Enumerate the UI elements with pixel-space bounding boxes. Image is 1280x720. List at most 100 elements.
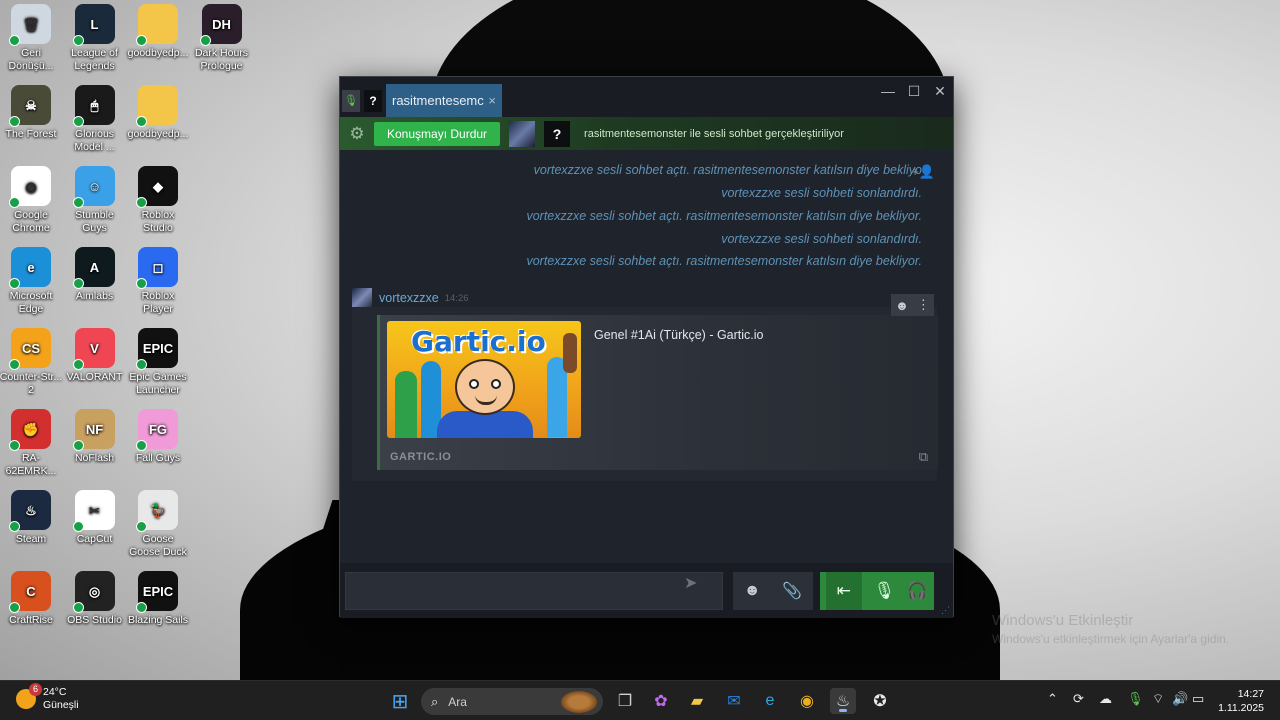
message-hover-tools: ☻ ⋮	[891, 294, 934, 316]
desktop-icon[interactable]: 🖱 Glorious Model ...	[63, 81, 127, 154]
link-embed[interactable]: Gartic.io Genel #1Ai (Türkçe) - Gartic.i…	[377, 315, 938, 470]
sync-status-icon	[136, 35, 147, 46]
sync-status-icon	[9, 116, 20, 127]
cloud-icon[interactable]: ☁	[1099, 691, 1112, 707]
desktop-icon[interactable]: ♨ Steam	[0, 486, 63, 546]
clock[interactable]: 14:27 1.11.2025	[1218, 687, 1264, 715]
chat-tab[interactable]: rasitmentesemc ×	[386, 84, 502, 117]
desktop-icon[interactable]: ☠ The Forest	[0, 81, 63, 141]
system-message: vortexzzxe sesli sohbeti sonlandırdı.	[721, 186, 922, 200]
character-eye	[491, 379, 501, 389]
copilot-icon[interactable]: ✿	[648, 688, 674, 714]
desktop-icon[interactable]: EPIC Blazing Sails	[126, 567, 190, 627]
message-input[interactable]	[345, 572, 723, 610]
desktop-icon-image: ◎	[72, 571, 115, 613]
desktop-icon[interactable]: 🗑 Geri Dönüşü...	[0, 0, 63, 73]
task-view-icon[interactable]: ❐	[612, 688, 638, 714]
desktop-icon-image: C	[9, 571, 51, 613]
desktop-icon[interactable]: ✂ CapCut	[63, 486, 127, 546]
desktop-icon-label: Google Chrome	[12, 209, 50, 234]
desktop-icon[interactable]: ◉ Google Chrome	[0, 162, 63, 235]
character-eye	[469, 379, 479, 389]
desktop-icon[interactable]: A Aimlabs	[63, 243, 127, 303]
volume-icon[interactable]: 🔊	[1172, 691, 1188, 707]
desktop-icon[interactable]: goodbyedp...	[126, 0, 190, 60]
desktop-icon[interactable]: DH Dark Hours Prologue	[190, 0, 254, 73]
emoji-react-icon[interactable]: ☻	[895, 298, 909, 313]
desktop-icon-image: e	[9, 247, 51, 289]
stop-talking-button[interactable]: Konuşmayı Durdur	[374, 121, 501, 146]
desktop-icon[interactable]: e Microsoft Edge	[0, 243, 63, 316]
steam-icon[interactable]: ♨	[830, 688, 856, 714]
desktop-icon[interactable]: 🦆 Goose Goose Duck	[126, 486, 190, 559]
battery-icon[interactable]: ▭	[1192, 691, 1204, 707]
message-author[interactable]: vortexzzxe	[379, 291, 439, 305]
desktop-icon[interactable]: L League of Legends	[63, 0, 127, 73]
sync-status-icon	[136, 521, 147, 532]
weather-widget[interactable]: 6 24°C Güneşli	[16, 683, 79, 712]
voice-tab-icon[interactable]: 🎙	[342, 89, 360, 112]
desktop-icon[interactable]: CS Counter-Str... 2	[0, 324, 63, 397]
desktop-icon[interactable]: V VALORANT	[63, 324, 127, 384]
avatar[interactable]	[509, 120, 536, 147]
app-icon-with-badge[interactable]: ✪	[867, 688, 893, 714]
desktop-icon[interactable]: FG Fall Guys	[126, 405, 190, 465]
search-highlight-icon	[561, 691, 597, 713]
window-titlebar[interactable]: 🎙 ? rasitmentesemc × — ☐ ✕	[340, 77, 953, 117]
desktop-icon[interactable]: EPIC Epic Games Launcher	[126, 324, 190, 397]
maximize-button[interactable]: ☐	[903, 83, 925, 100]
start-button[interactable]: ⊞	[387, 688, 413, 714]
sync-status-icon	[136, 278, 147, 289]
edge-icon[interactable]: e	[757, 688, 783, 714]
gear-icon[interactable]: ⚙	[340, 124, 374, 144]
desktop-icon-label: Roblox Studio	[141, 209, 175, 234]
desktop-icon[interactable]: ◆ Roblox Studio	[126, 162, 190, 235]
attach-icon[interactable]: 📎	[782, 581, 802, 601]
chrome-icon[interactable]: ◉	[794, 688, 820, 714]
desktop-icon[interactable]: NF NoFlash	[63, 405, 127, 465]
sync-status-icon	[136, 440, 147, 451]
search-box[interactable]: ⌕ Ara	[421, 688, 603, 715]
embed-title[interactable]: Genel #1Ai (Türkçe) - Gartic.io	[594, 328, 764, 342]
desktop-icon[interactable]: ☺ Stumble Guys	[63, 162, 127, 235]
file-explorer-icon[interactable]: ▰	[684, 688, 710, 714]
desktop-icon-label: CraftRise	[9, 614, 53, 626]
emoji-icon[interactable]: ☻	[744, 582, 761, 600]
more-options-icon[interactable]: ⋮	[917, 297, 930, 313]
sync-status-icon	[9, 521, 20, 532]
resize-grip-icon[interactable]: ⋰	[941, 605, 950, 616]
sync-status-icon	[136, 359, 147, 370]
unknown-friend-avatar[interactable]: ?	[544, 120, 571, 147]
minimize-button[interactable]: —	[877, 83, 899, 99]
microphone-icon[interactable]: 🎙	[874, 581, 896, 601]
desktop-icon[interactable]: C CraftRise	[0, 567, 63, 627]
chevron-up-icon[interactable]: ⌃	[1047, 691, 1058, 707]
desktop-icon[interactable]: goodbyedp...	[126, 81, 190, 141]
embed-site: GARTIC.IO	[390, 451, 452, 463]
mic-tray-icon[interactable]: 🎙	[1127, 691, 1144, 707]
desktop-icon-label: Fall Guys	[135, 452, 181, 464]
desktop-icon-image: V	[72, 328, 115, 370]
sync-status-icon	[9, 197, 20, 208]
desktop-icon-image: ☺	[72, 166, 115, 208]
sync-icon[interactable]: ⟳	[1073, 691, 1084, 707]
send-icon[interactable]: ➤	[684, 573, 697, 593]
wifi-icon[interactable]: ⌔	[1152, 691, 1164, 707]
leave-voice-icon[interactable]: ⇤	[825, 572, 862, 610]
headphones-icon[interactable]: 🎧	[907, 581, 928, 601]
unknown-friend-icon[interactable]: ?	[364, 89, 382, 112]
desktop-icon[interactable]: ✊ RA-62EMRK...	[0, 405, 63, 478]
tab-close-icon[interactable]: ×	[488, 93, 496, 108]
system-message: vortexzzxe sesli sohbeti sonlandırdı.	[721, 232, 922, 246]
copy-icon[interactable]: ⧉	[919, 449, 928, 465]
sync-status-icon	[72, 359, 84, 370]
avatar[interactable]	[352, 288, 372, 308]
desktop-icon[interactable]: ◻ Roblox Player	[126, 243, 190, 316]
desktop-icon-image: ✂	[72, 490, 115, 532]
outlook-icon[interactable]: ✉	[721, 688, 747, 714]
desktop-icon[interactable]: ◎ OBS Studio	[63, 567, 127, 627]
close-button[interactable]: ✕	[929, 83, 951, 100]
embed-thumbnail[interactable]: Gartic.io	[387, 321, 581, 438]
clock-time: 14:27	[1237, 688, 1264, 700]
desktop-icon-image: 🦆	[136, 490, 178, 532]
